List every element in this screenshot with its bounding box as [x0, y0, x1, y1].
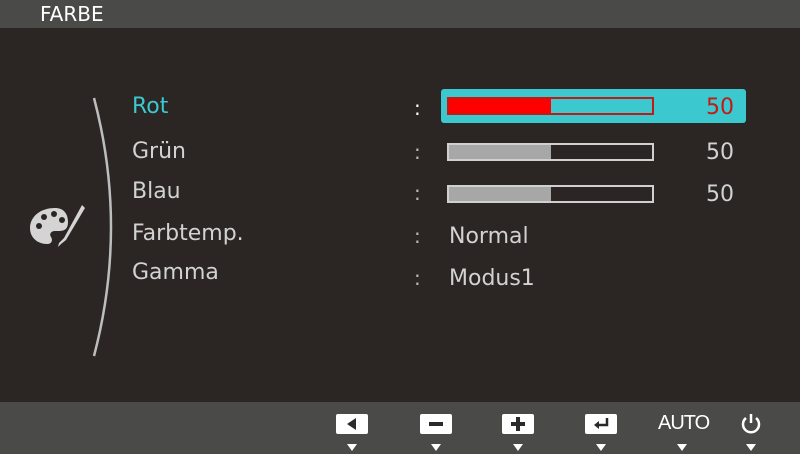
palette-icon	[30, 205, 85, 247]
menu-item-farbtemp[interactable]: Farbtemp.	[132, 221, 244, 246]
rot-slider[interactable]	[447, 97, 654, 115]
enter-key	[585, 414, 617, 434]
separator: :	[414, 181, 421, 205]
separator: :	[414, 96, 421, 120]
down-indicator-icon	[347, 444, 357, 451]
separator: :	[414, 140, 421, 164]
down-indicator-icon	[596, 444, 606, 451]
plus-key	[502, 414, 534, 434]
minus-icon	[429, 422, 443, 426]
menu-item-gamma[interactable]: Gamma	[132, 260, 219, 285]
separator: :	[414, 224, 421, 248]
left-arrow-icon	[347, 418, 356, 430]
power-icon	[741, 414, 761, 434]
plus-button[interactable]	[500, 410, 536, 451]
gruen-slider-fill	[449, 145, 551, 159]
auto-button[interactable]: AUTO	[658, 410, 710, 451]
power-button[interactable]	[733, 410, 769, 451]
blau-value: 50	[706, 182, 734, 207]
page-title: FARBE	[40, 2, 104, 26]
menu-item-gruen[interactable]: Grün	[132, 139, 186, 164]
left-button[interactable]	[334, 410, 370, 451]
title-bar: FARBE	[0, 0, 800, 28]
gamma-value: Modus1	[449, 266, 535, 291]
blau-slider[interactable]	[447, 185, 654, 203]
control-bar: AUTO	[0, 402, 800, 454]
farbtemp-value: Normal	[449, 224, 529, 249]
gruen-value: 50	[706, 140, 734, 165]
menu-divider-arc	[92, 97, 113, 357]
down-indicator-icon	[746, 444, 756, 451]
plus-icon	[511, 417, 525, 431]
left-key	[336, 414, 368, 434]
menu-item-blau[interactable]: Blau	[132, 179, 181, 204]
enter-button[interactable]	[583, 410, 619, 451]
blau-slider-fill	[449, 187, 551, 201]
menu-item-rot[interactable]: Rot	[132, 94, 168, 119]
down-indicator-icon	[677, 444, 687, 451]
minus-button[interactable]	[418, 410, 454, 451]
rot-value: 50	[706, 95, 734, 120]
separator: :	[414, 266, 421, 290]
minus-key	[420, 414, 452, 434]
gruen-slider[interactable]	[447, 143, 654, 161]
auto-label: AUTO	[658, 412, 710, 434]
down-indicator-icon	[431, 444, 441, 451]
down-indicator-icon	[513, 444, 523, 451]
rot-slider-fill	[449, 99, 551, 113]
enter-icon	[594, 418, 609, 429]
